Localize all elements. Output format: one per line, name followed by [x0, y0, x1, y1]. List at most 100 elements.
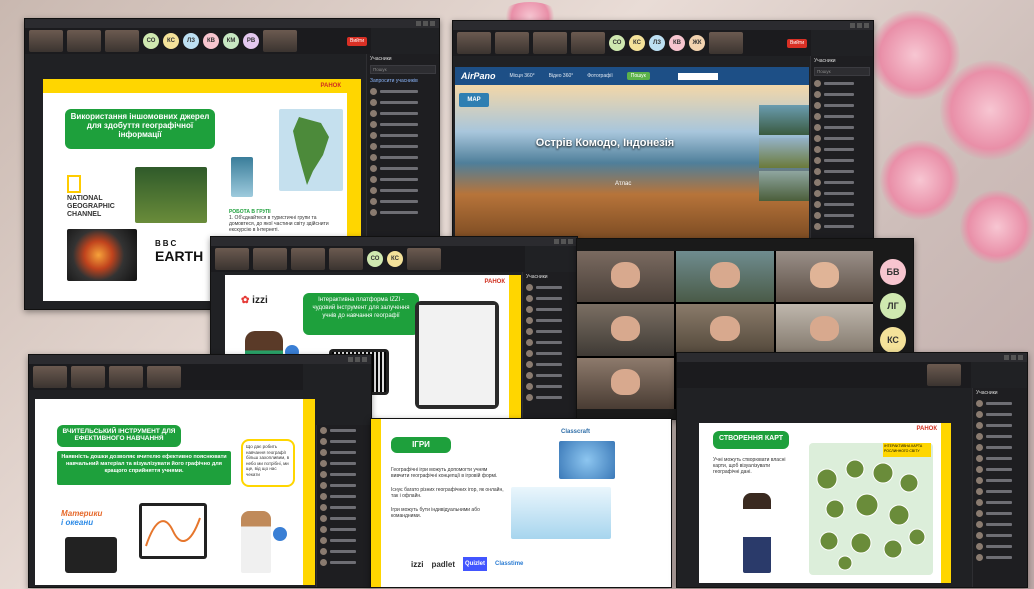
participant-row[interactable]	[317, 480, 371, 491]
video-thumb[interactable]	[291, 248, 325, 270]
site-search-input[interactable]	[677, 72, 718, 80]
participant-row[interactable]	[523, 304, 577, 315]
video-thumb[interactable]	[533, 32, 567, 54]
participant-avatar[interactable]: КМ	[223, 33, 239, 49]
participant-row[interactable]	[367, 207, 439, 218]
participant-row[interactable]	[973, 431, 1027, 442]
participant-row[interactable]	[973, 541, 1027, 552]
participant-row[interactable]	[367, 130, 439, 141]
participant-row[interactable]	[811, 188, 873, 199]
participants-search-input[interactable]: Пошук	[370, 65, 436, 74]
participant-avatar[interactable]: РВ	[243, 33, 259, 49]
participant-row[interactable]	[317, 535, 371, 546]
participant-row[interactable]	[811, 111, 873, 122]
video-thumb[interactable]	[147, 366, 181, 388]
participant-row[interactable]	[973, 453, 1027, 464]
participant-row[interactable]	[973, 508, 1027, 519]
participant-row[interactable]	[367, 119, 439, 130]
participant-row[interactable]	[367, 108, 439, 119]
video-thumb[interactable]	[407, 248, 441, 270]
video-thumb[interactable]	[927, 364, 961, 386]
airpano-logo[interactable]: AirPano	[461, 71, 496, 81]
thumbnail[interactable]	[759, 105, 809, 135]
participant-row[interactable]	[367, 97, 439, 108]
video-thumb[interactable]	[67, 30, 101, 52]
participant-row[interactable]	[317, 502, 371, 513]
participant-row[interactable]	[973, 519, 1027, 530]
video-thumb[interactable]	[329, 248, 363, 270]
participants-search-input[interactable]: Пошук	[814, 67, 870, 76]
video-tile[interactable]	[775, 251, 873, 303]
participant-row[interactable]	[523, 337, 577, 348]
participant-avatar[interactable]: СО	[367, 251, 383, 267]
video-thumb[interactable]	[215, 248, 249, 270]
participant-row[interactable]	[367, 141, 439, 152]
participant-row[interactable]	[811, 133, 873, 144]
participant-row[interactable]	[317, 469, 371, 480]
video-thumb[interactable]	[263, 30, 297, 52]
participant-row[interactable]	[811, 210, 873, 221]
video-tile[interactable]	[577, 304, 675, 356]
participant-avatar[interactable]: КВ	[203, 33, 219, 49]
nav-link[interactable]: Місця 360°	[510, 73, 535, 79]
video-thumb[interactable]	[571, 32, 605, 54]
participant-row[interactable]	[367, 152, 439, 163]
participant-avatar[interactable]: КВ	[669, 35, 685, 51]
participant-row[interactable]	[811, 100, 873, 111]
participant-row[interactable]	[973, 497, 1027, 508]
participant-row[interactable]	[811, 221, 873, 232]
video-tile[interactable]	[775, 304, 873, 356]
participant-row[interactable]	[367, 174, 439, 185]
video-thumb[interactable]	[709, 32, 743, 54]
video-tile[interactable]	[676, 304, 774, 356]
participant-row[interactable]	[367, 163, 439, 174]
participant-row[interactable]	[317, 491, 371, 502]
participant-row[interactable]	[523, 282, 577, 293]
participant-row[interactable]	[317, 436, 371, 447]
participant-row[interactable]	[811, 199, 873, 210]
video-thumb[interactable]	[33, 366, 67, 388]
participant-row[interactable]	[523, 370, 577, 381]
participant-row[interactable]	[523, 326, 577, 337]
participant-row[interactable]	[811, 78, 873, 89]
participant-avatar[interactable]: ЛЗ	[183, 33, 199, 49]
participant-row[interactable]	[811, 177, 873, 188]
participant-avatar[interactable]: КС	[629, 35, 645, 51]
participant-row[interactable]	[811, 122, 873, 133]
participant-row[interactable]	[811, 155, 873, 166]
participant-row[interactable]	[811, 144, 873, 155]
participant-avatar[interactable]: ЛЗ	[649, 35, 665, 51]
video-thumb[interactable]	[29, 30, 63, 52]
map-button[interactable]: MAP	[459, 93, 489, 107]
video-tile[interactable]	[676, 251, 774, 303]
participant-row[interactable]	[317, 524, 371, 535]
participant-avatar[interactable]: ЖК	[689, 35, 705, 51]
thumbnail[interactable]	[759, 138, 809, 168]
video-thumb[interactable]	[109, 366, 143, 388]
participant-row[interactable]	[973, 409, 1027, 420]
participant-row[interactable]	[523, 348, 577, 359]
participant-row[interactable]	[317, 425, 371, 436]
participant-row[interactable]	[973, 442, 1027, 453]
nav-link[interactable]: Відео 360°	[549, 73, 574, 79]
nav-link[interactable]: Фотографії	[587, 73, 613, 79]
leave-button[interactable]: Вийти	[787, 38, 807, 48]
participant-row[interactable]	[317, 458, 371, 469]
participant-avatar[interactable]: КС	[880, 327, 906, 353]
nav-button[interactable]: Пошук	[626, 72, 650, 80]
video-tile[interactable]	[577, 251, 675, 303]
participant-row[interactable]	[811, 166, 873, 177]
participant-row[interactable]	[523, 359, 577, 370]
video-thumb[interactable]	[105, 30, 139, 52]
participant-avatar[interactable]: КС	[387, 251, 403, 267]
thumbnail[interactable]	[759, 171, 809, 201]
video-thumb[interactable]	[253, 248, 287, 270]
participant-row[interactable]	[317, 447, 371, 458]
participant-row[interactable]	[973, 552, 1027, 563]
participant-row[interactable]	[973, 398, 1027, 409]
participant-avatar[interactable]: БВ	[880, 259, 906, 285]
participant-row[interactable]	[973, 530, 1027, 541]
participant-row[interactable]	[367, 86, 439, 97]
participant-avatar[interactable]: СО	[143, 33, 159, 49]
participant-row[interactable]	[523, 381, 577, 392]
